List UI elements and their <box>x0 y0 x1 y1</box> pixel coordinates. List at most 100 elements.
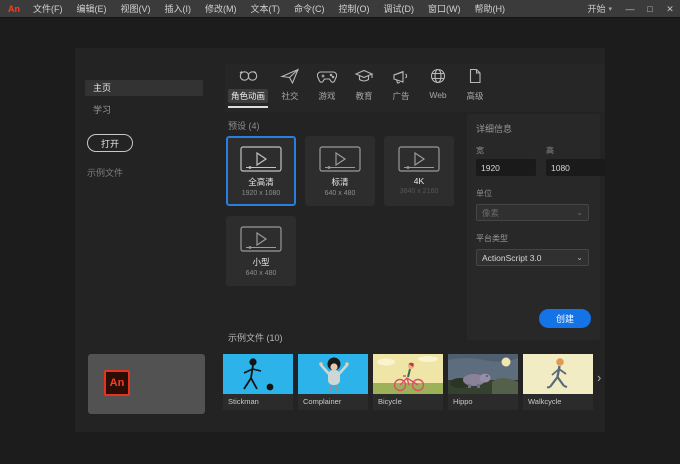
sample-name: Walkcycle <box>523 394 593 410</box>
promo-banner[interactable]: An <box>88 354 205 414</box>
preset-name: 4K <box>413 176 425 186</box>
walkcycle-thumbnail <box>523 354 593 394</box>
preset-resolution: 640 x 480 <box>245 270 277 277</box>
workspace-label: 开始 <box>587 4 606 14</box>
minimize-button[interactable]: — <box>620 0 640 18</box>
tab-character-animation[interactable]: 角色动画 <box>225 64 271 108</box>
tab-education[interactable]: 教育 <box>346 64 382 108</box>
category-tabs: 角色动画 社交 游戏 教育 广告 Web 高级 <box>225 64 605 112</box>
video-player-icon <box>398 146 440 172</box>
bicycle-thumbnail <box>373 354 443 394</box>
menu-insert[interactable]: 插入(I) <box>158 0 199 18</box>
height-label: 高 <box>546 146 554 155</box>
platform-value: ActionScript 3.0 <box>482 252 542 263</box>
tab-underline <box>344 106 384 108</box>
preset-full-hd[interactable]: 全高清 1920 x 1080 <box>226 136 296 206</box>
preset-name: 小型 <box>252 257 270 267</box>
tab-underline <box>418 104 458 106</box>
preset-grid: 全高清 1920 x 1080 标清 640 x 480 4K 3840 x 2… <box>226 136 454 286</box>
maximize-button[interactable]: □ <box>640 0 660 18</box>
video-player-icon <box>240 146 282 172</box>
chevron-down-icon: ⌄ <box>576 252 583 262</box>
graduation-cap-icon <box>353 66 375 86</box>
scroll-right-arrow[interactable]: › <box>597 370 601 385</box>
menu-window[interactable]: 窗口(W) <box>421 0 468 18</box>
tab-label: 高级 <box>466 91 484 101</box>
tab-label: 教育 <box>355 91 373 101</box>
close-button[interactable]: ✕ <box>660 0 680 18</box>
tab-advanced[interactable]: 高级 <box>457 64 493 108</box>
create-button[interactable]: 创建 <box>539 309 591 328</box>
preset-name: 标清 <box>331 177 349 187</box>
sample-walkcycle[interactable]: Walkcycle <box>523 354 593 410</box>
details-header: 详细信息 <box>476 124 513 134</box>
sidebar-item-home[interactable]: 主页 <box>85 80 203 96</box>
sample-bicycle[interactable]: Bicycle <box>373 354 443 410</box>
menu-file[interactable]: 文件(F) <box>26 0 70 18</box>
tab-label: 游戏 <box>318 91 336 101</box>
complainer-thumbnail <box>298 354 368 394</box>
video-player-icon <box>319 146 361 172</box>
tab-underline <box>381 106 421 108</box>
globe-icon <box>427 66 449 86</box>
sample-hippo[interactable]: Hippo <box>448 354 518 410</box>
platform-type-label: 平台类型 <box>476 234 508 243</box>
hippo-thumbnail <box>448 354 518 394</box>
video-player-icon <box>240 226 282 252</box>
workspace-switcher[interactable]: 开始 ▾ <box>579 2 620 15</box>
tab-active-underline <box>228 106 268 108</box>
sample-files-row: Stickman Complainer Bicycle Hippo Walkcy… <box>223 354 593 410</box>
tab-label: Web <box>429 90 447 100</box>
menu-help[interactable]: 帮助(H) <box>468 0 513 18</box>
sample-name: Hippo <box>448 394 518 410</box>
menu-debug[interactable]: 调试(D) <box>377 0 422 18</box>
menu-modify[interactable]: 修改(M) <box>198 0 244 18</box>
menu-view[interactable]: 视图(V) <box>114 0 158 18</box>
tab-underline <box>270 106 310 108</box>
menu-text[interactable]: 文本(T) <box>244 0 288 18</box>
units-value: 像素 <box>482 207 500 218</box>
sample-complainer[interactable]: Complainer <box>298 354 368 410</box>
document-icon <box>464 66 486 86</box>
welcome-screen: 主页 学习 打开 示例文件 An 角色动画 社交 游戏 教育 广告 Web 高级… <box>75 48 606 432</box>
megaphone-icon <box>390 66 412 86</box>
preset-4k[interactable]: 4K 3840 x 2160 <box>384 136 454 206</box>
sample-name: Bicycle <box>373 394 443 410</box>
width-label: 宽 <box>476 146 484 155</box>
paper-plane-icon <box>279 66 301 86</box>
units-dropdown[interactable]: 像素 ⌄ <box>476 204 589 221</box>
menu-edit[interactable]: 编辑(E) <box>70 0 114 18</box>
sidebar-item-sample-files[interactable]: 示例文件 <box>87 166 123 179</box>
tab-label: 广告 <box>392 91 410 101</box>
tab-web[interactable]: Web <box>420 64 456 106</box>
preset-small[interactable]: 小型 640 x 480 <box>226 216 296 286</box>
open-button[interactable]: 打开 <box>87 134 133 152</box>
title-menu-bar: An 文件(F) 编辑(E) 视图(V) 插入(I) 修改(M) 文本(T) 命… <box>0 0 680 18</box>
tab-social[interactable]: 社交 <box>272 64 308 108</box>
presets-header: 预设 (4) <box>228 121 260 131</box>
menu-control[interactable]: 控制(O) <box>332 0 377 18</box>
preset-resolution: 3840 x 2160 <box>399 188 439 195</box>
animate-logo-icon: An <box>8 3 20 14</box>
tab-label: 社交 <box>281 91 299 101</box>
width-input[interactable] <box>476 159 536 176</box>
platform-dropdown[interactable]: ActionScript 3.0 ⌄ <box>476 249 589 266</box>
animate-app-icon: An <box>104 370 130 396</box>
tab-games[interactable]: 游戏 <box>309 64 345 108</box>
height-input[interactable] <box>546 159 606 176</box>
tab-underline <box>307 106 347 108</box>
sidebar-item-learn[interactable]: 学习 <box>85 102 203 118</box>
preset-resolution: 1920 x 1080 <box>241 190 281 197</box>
menu-commands[interactable]: 命令(C) <box>287 0 332 18</box>
character-face-icon <box>237 66 259 86</box>
tab-underline <box>455 106 495 108</box>
tab-ads[interactable]: 广告 <box>383 64 419 108</box>
chevron-down-icon: ▾ <box>608 5 612 13</box>
preset-resolution: 640 x 480 <box>324 190 356 197</box>
sample-name: Stickman <box>223 394 293 410</box>
sample-stickman[interactable]: Stickman <box>223 354 293 410</box>
gamepad-icon <box>316 66 338 86</box>
sample-files-header: 示例文件 (10) <box>228 333 283 343</box>
tab-label: 角色动画 <box>227 89 268 103</box>
preset-sd[interactable]: 标清 640 x 480 <box>305 136 375 206</box>
